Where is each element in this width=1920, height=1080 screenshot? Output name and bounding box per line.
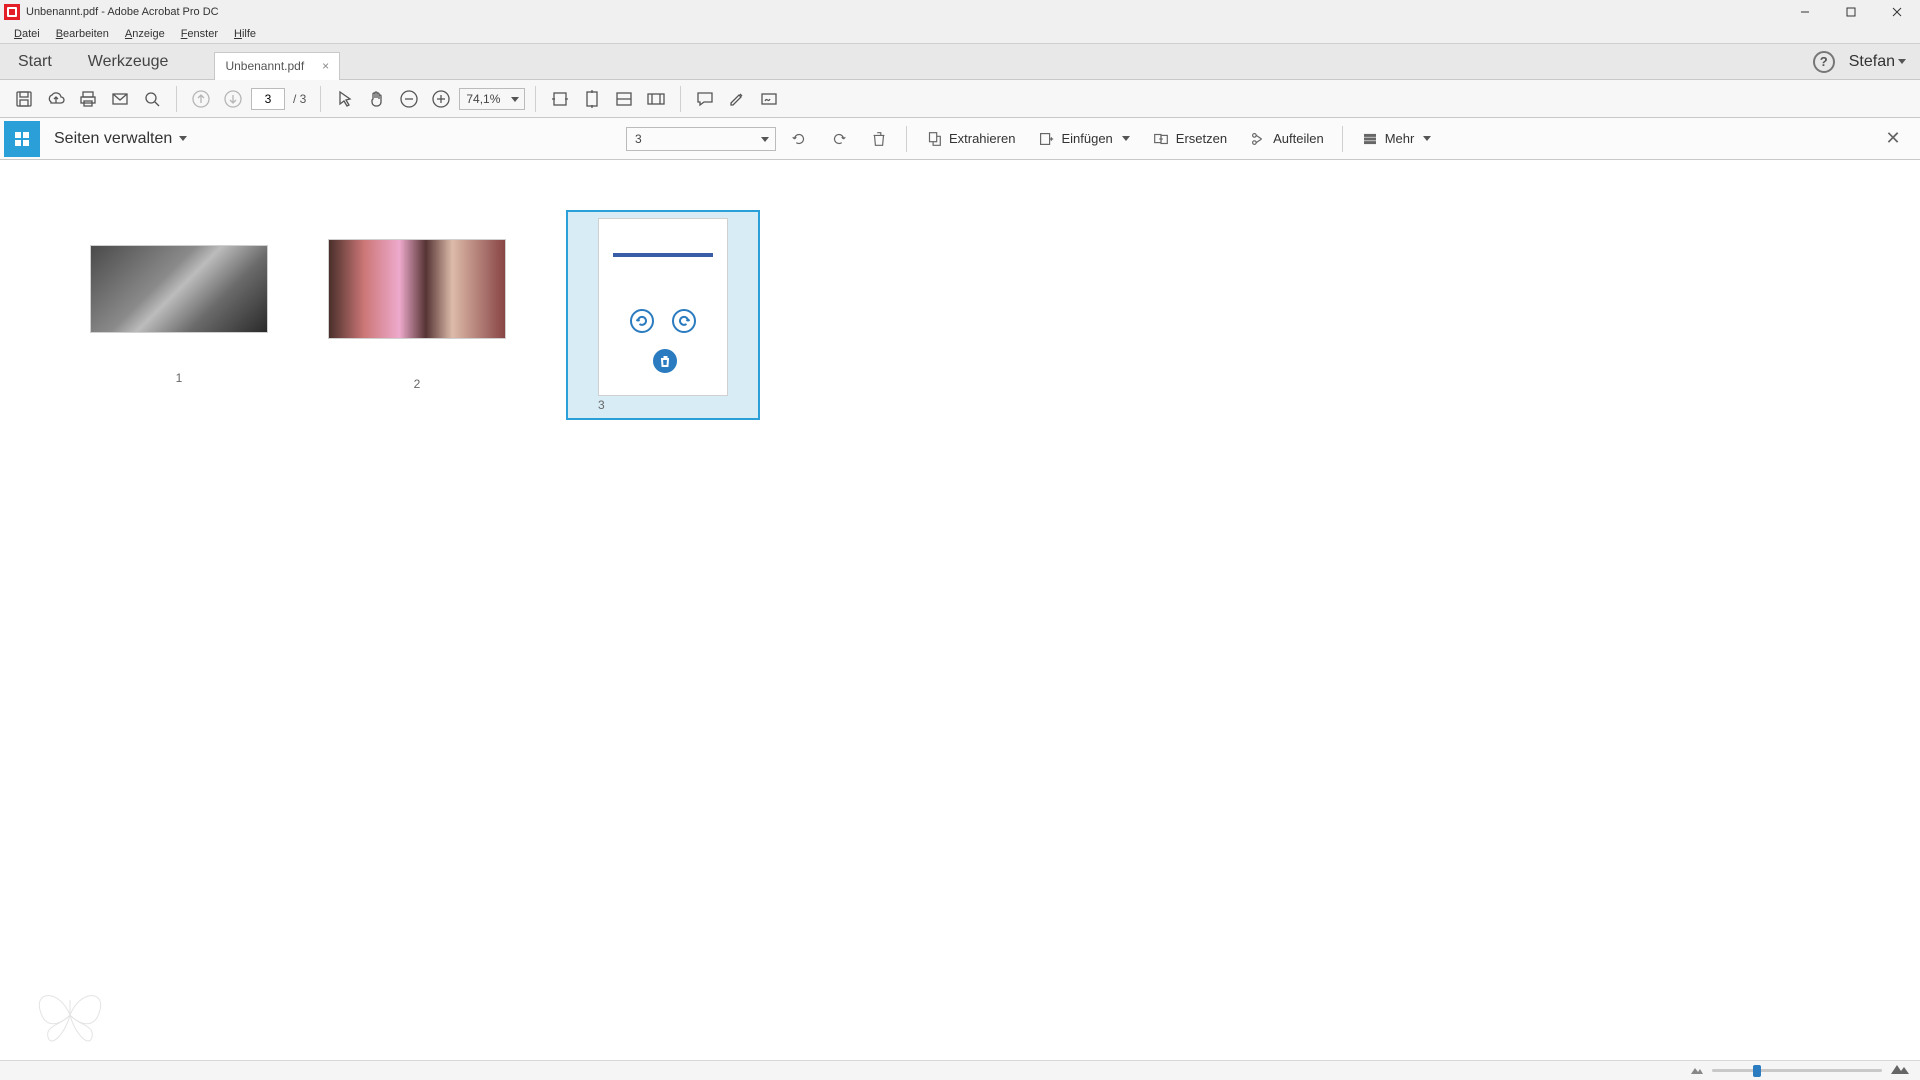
page-display-icon[interactable] [610,85,638,113]
page-image-placeholder [91,246,267,332]
organize-pages-title[interactable]: Seiten verwalten [54,130,187,148]
fit-width-icon[interactable] [546,85,574,113]
chevron-down-icon [1423,136,1431,141]
close-tab-icon[interactable]: × [322,59,329,73]
page-total-label: / 3 [293,92,306,106]
chevron-down-icon [511,97,519,102]
zoom-out-icon[interactable] [395,85,423,113]
page-thumbnail-1[interactable]: 1 [90,245,268,385]
fit-page-icon[interactable] [578,85,606,113]
menu-item-help[interactable]: Hilfe [226,26,264,42]
mail-icon[interactable] [106,85,134,113]
watermark-butterfly-icon [30,980,110,1050]
acrobat-app-icon [4,4,20,20]
cloud-upload-icon[interactable] [42,85,70,113]
page-number-label: 1 [176,341,183,385]
chevron-down-icon [1122,136,1130,141]
page-range-select[interactable]: 3 [626,127,776,151]
signature-icon[interactable] [755,85,783,113]
comment-bubble-icon[interactable] [691,85,719,113]
page-number-input[interactable] [251,88,285,110]
document-tab-label: Unbenannt.pdf [225,59,304,73]
zoom-in-icon[interactable] [427,85,455,113]
delete-page-button[interactable] [862,124,896,154]
page-thumbnail-3-selected[interactable]: 3 [566,210,760,420]
slider-knob[interactable] [1753,1065,1761,1077]
menu-item-file[interactable]: Datei [6,26,48,42]
thumb-delete-button[interactable] [653,349,677,373]
chevron-down-icon [179,136,187,141]
window-maximize-button[interactable] [1828,0,1874,24]
tab-tools[interactable]: Werkzeuge [70,44,187,80]
highlight-pen-icon[interactable] [723,85,751,113]
prev-page-icon[interactable] [187,85,215,113]
window-close-button[interactable] [1874,0,1920,24]
menu-item-window[interactable]: Fenster [173,26,226,42]
selection-arrow-icon[interactable] [331,85,359,113]
extract-button[interactable]: Extrahieren [917,124,1023,154]
chevron-down-icon [761,137,769,142]
insert-button[interactable]: Einfügen [1029,124,1137,154]
thumbnail-size-slider[interactable] [1712,1069,1882,1072]
hand-pan-icon[interactable] [363,85,391,113]
organize-pages-tool-icon [4,121,40,157]
help-icon[interactable]: ? [1813,51,1835,73]
menu-bar: Datei Bearbeiten Anzeige Fenster Hilfe [0,24,1920,44]
thumb-rotate-cw-button[interactable] [672,309,696,333]
replace-button[interactable]: Ersetzen [1144,124,1235,154]
chevron-down-icon [1898,59,1906,64]
tab-start[interactable]: Start [0,44,70,80]
thumbnail-size-large-icon[interactable] [1890,1061,1910,1080]
user-menu[interactable]: Stefan [1849,53,1906,71]
print-icon[interactable] [74,85,102,113]
document-tab[interactable]: Unbenannt.pdf × [214,52,340,80]
menu-item-edit[interactable]: Bearbeiten [48,26,117,42]
more-button[interactable]: Mehr [1353,124,1440,154]
page-thumbnail-2[interactable]: 2 [328,239,506,391]
page-number-label: 3 [598,396,728,412]
rotate-ccw-button[interactable] [782,124,816,154]
thumb-rotate-ccw-button[interactable] [630,309,654,333]
menu-item-view[interactable]: Anzeige [117,26,173,42]
page-image-placeholder [329,240,505,338]
next-page-icon[interactable] [219,85,247,113]
thumbnail-size-small-icon[interactable] [1690,1062,1704,1080]
page-number-label: 2 [414,347,421,391]
window-minimize-button[interactable] [1782,0,1828,24]
split-button[interactable]: Aufteilen [1241,124,1332,154]
search-icon[interactable] [138,85,166,113]
main-toolbar: / 3 74,1% [0,80,1920,118]
rotate-cw-button[interactable] [822,124,856,154]
close-organize-tool-button[interactable]: ✕ [1878,124,1908,154]
save-icon[interactable] [10,85,38,113]
page-content-preview [613,253,713,257]
read-mode-icon[interactable] [642,85,670,113]
zoom-level-select[interactable]: 74,1% [459,88,525,110]
window-title: Unbenannt.pdf - Adobe Acrobat Pro DC [26,6,219,18]
